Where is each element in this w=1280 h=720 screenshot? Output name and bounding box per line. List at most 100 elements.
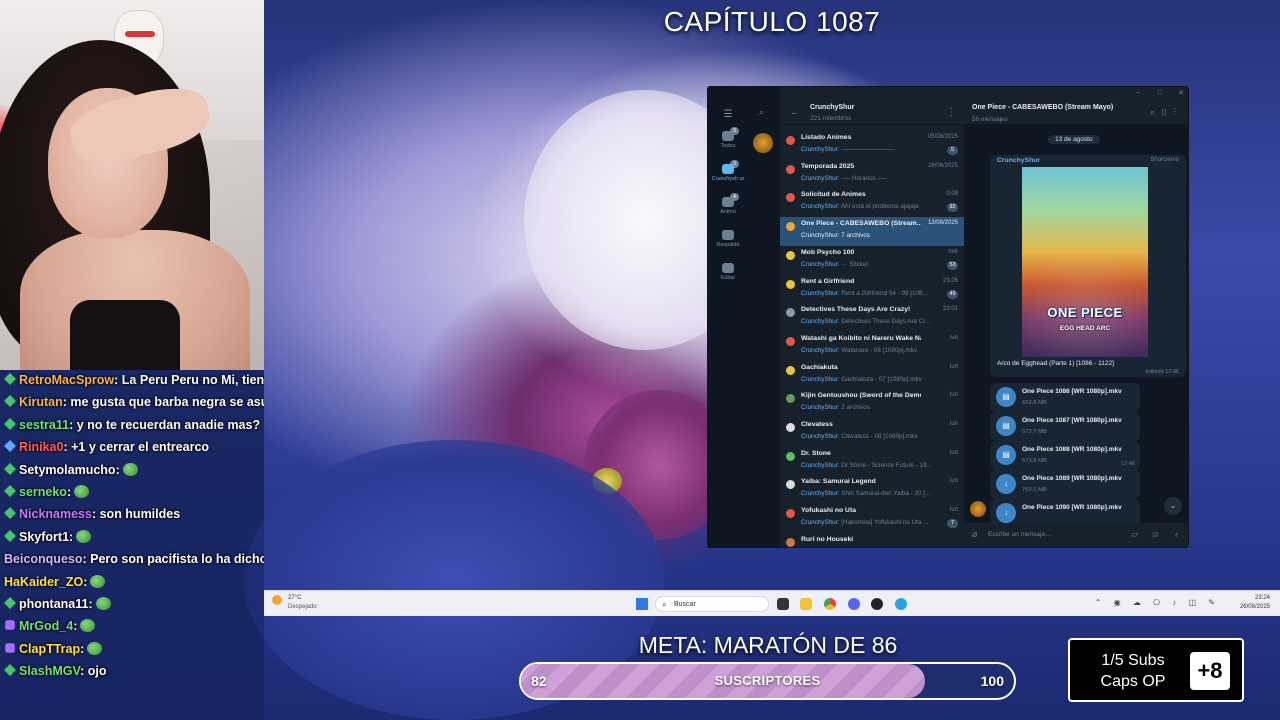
chat-preview: CrunchyShur: ··· Sticker [801, 261, 936, 268]
chat-list-item[interactable]: Listado Animes 05/08/2025 CrunchyShur: ───… [780, 131, 964, 160]
chat-username[interactable]: Beiconqueso [4, 552, 83, 566]
download-icon[interactable]: ↓ [996, 474, 1016, 494]
chat-list-item[interactable]: Yofukashi no Uta lun CrunchyShur: [Hakoniw… [780, 504, 964, 533]
back-arrow-icon[interactable]: ← [790, 107, 800, 118]
one-piece-cover-image[interactable]: ONE PIECE EGG HEAD ARC [1022, 167, 1148, 357]
post-author[interactable]: CrunchyShur [997, 157, 1040, 164]
windows-start-icon[interactable] [636, 598, 648, 610]
chat-list-item[interactable]: Yaiba: Samurai Legend lun CrunchyShur: Shi… [780, 475, 964, 504]
chat-list-item[interactable]: Mob Psycho 100 mié CrunchyShur: ··· Sticke… [780, 246, 964, 275]
chat-preview-sender: CrunchyShur: [801, 490, 840, 498]
document-icon[interactable]: ▤ [996, 416, 1016, 436]
file-message[interactable]: ▤ One Piece 1086 [WR 1080p].mkv 652.8 MB [990, 383, 1140, 412]
document-icon[interactable]: ▤ [996, 445, 1016, 465]
weather-widget[interactable]: 27°C Despejado [272, 595, 317, 610]
folder-tab[interactable]: Editar [708, 263, 748, 281]
chat-username[interactable]: Setymolamucho [19, 463, 116, 477]
more-options-icon[interactable]: ⋮ [1174, 107, 1182, 117]
minimize-icon[interactable]: – [1136, 89, 1140, 96]
chat-text: : [83, 574, 88, 589]
taskbar-search[interactable]: ⌕ Buscar [655, 596, 769, 612]
attach-icon[interactable]: ⌀ [972, 529, 977, 540]
emoji-icon[interactable]: ☺ [1151, 529, 1160, 539]
folder-tab[interactable]: 3 Todos [708, 127, 748, 149]
message-input[interactable]: Escribe un mensaje... [988, 531, 1051, 538]
chat-list-item[interactable]: Dr. Stone lun CrunchyShur: Dr Stone - Scie… [780, 447, 964, 476]
file-message[interactable]: ▤ One Piece 1088 [WR 1080p].mkv 573.8 MB 17… [990, 441, 1140, 470]
discord-icon[interactable] [848, 598, 860, 610]
chat-list-item[interactable]: One Piece - CABESAWEBO (Stream... 13/08/2… [780, 217, 964, 247]
chat-badge-icon [4, 485, 16, 497]
subs-plus-badge: +8 [1190, 652, 1230, 690]
folder-tab[interactable]: Respaldo [708, 230, 748, 248]
chat-username[interactable]: Nicknamess [19, 507, 92, 521]
sidebar-toggle-icon[interactable]: ▯ [1161, 107, 1174, 117]
chat-username[interactable]: SlashMGV [19, 664, 80, 678]
sun-icon [272, 595, 282, 605]
chat-username[interactable]: phontana11 [19, 597, 88, 611]
chat-username[interactable]: Kirutan [19, 395, 63, 409]
sender-avatar[interactable] [970, 501, 986, 517]
system-tray[interactable]: ⌃ ◉ ☁ ⎔ ♪ ◫ ✎ [1095, 598, 1220, 607]
chrome-icon[interactable] [824, 598, 836, 610]
chat-list-item[interactable]: Ruri no Houseki [780, 533, 964, 547]
chat-emoji-icon [786, 164, 795, 174]
chat-list-item[interactable]: Clevatess lun CrunchyShur: Clevatess - 08 … [780, 418, 964, 447]
obs-icon[interactable] [871, 598, 883, 610]
chat-list-item[interactable]: Gachiakuta lun CrunchyShur: Gachiakuta - 0… [780, 361, 964, 390]
microphone-icon[interactable]: ♁ [1173, 529, 1180, 539]
telegram-taskbar-icon[interactable] [895, 598, 907, 610]
folder-tab[interactable]: 3 Crunchysh ur [708, 160, 748, 182]
chat-list-item[interactable]: Temporada 2025 28/06/2025 CrunchyShur: ── … [780, 160, 964, 189]
file-message[interactable]: ▤ One Piece 1087 [WR 1080p].mkv 573.7 MB [990, 412, 1140, 441]
chat-username[interactable]: serneko [19, 485, 67, 499]
download-icon[interactable]: ↓ [996, 503, 1016, 523]
menu-icon[interactable]: ☰ [708, 109, 748, 120]
folder-tab[interactable]: 4 Animú [708, 193, 748, 215]
chat-emoji-icon [786, 308, 795, 318]
commands-icon[interactable]: ▱ [1131, 529, 1138, 540]
chat-list-item[interactable]: Detectives These Days Are Crazy! 23:01 Cru… [780, 303, 964, 332]
chat-preview: CrunchyShur: Rent a Girlfriend 54 - 09 [… [801, 290, 936, 297]
chat-username[interactable]: ClapTTrap [19, 642, 80, 656]
chat-username[interactable]: sestra11 [19, 418, 69, 432]
message-post[interactable]: CrunchyShur Shurciervo ONE PIECE EGG HEA… [990, 155, 1186, 377]
file-message[interactable]: ↓ One Piece 1089 [WR 1080p].mkv 763.1 MB [990, 470, 1140, 499]
chat-message: SlashMGV: ojo [4, 661, 107, 681]
telegram-window[interactable]: ☰ 3 Todos 3 Crunchysh ur 4 Animú Respaldo Edita… [707, 86, 1189, 548]
chat-list-item[interactable]: Rent a Girlfriend 23:05 CrunchyShur: Rent … [780, 275, 964, 304]
chat-title: Rent a Girlfriend [801, 277, 855, 285]
conversation-subtitle: 56 mensajes [972, 116, 1008, 123]
chat-list-item[interactable]: Solicitud de Animes 0:09 CrunchyShur: Ahí … [780, 188, 964, 217]
chat-username[interactable]: RetroMacSprow [19, 373, 114, 387]
chat-preview-sender: CrunchyShur: [801, 318, 840, 326]
subs-line1: 1/5 Subs [1101, 652, 1165, 669]
chat-username[interactable]: HaKaider_ZO [4, 575, 83, 589]
chat-username[interactable]: MrGod_4 [19, 619, 73, 633]
conversation-header: One Piece - CABESAWEBO (Stream Mayo) 56 … [964, 87, 1188, 125]
chat-list-item[interactable]: Watashi ga Koibito ni Nareru Wake Nai J.… [780, 332, 964, 361]
group-avatar[interactable] [753, 133, 773, 153]
scroll-down-button[interactable]: ⌄ [1164, 497, 1182, 515]
document-icon[interactable]: ▤ [996, 387, 1016, 407]
chat-preview-text: 7 archivos [839, 232, 870, 240]
chat-preview-text: Shin Samurai-den Yaiba - 20 [... [839, 490, 931, 498]
search-icon[interactable]: ⌕ [759, 107, 764, 118]
search-icon[interactable]: ⌕ [1150, 107, 1161, 117]
chat-emoji-icon [786, 136, 795, 145]
chat-username[interactable]: Skyfort1 [19, 530, 69, 544]
chat-username[interactable]: Rinika0 [19, 440, 63, 454]
unread-count-badge: 49 [947, 289, 958, 299]
more-options-icon[interactable]: ⋮ [946, 107, 956, 118]
file-explorer-icon[interactable] [800, 598, 812, 610]
maximize-icon[interactable]: □ [1158, 89, 1162, 96]
chat-title: Gachiakuta [801, 363, 838, 371]
chat-preview-text: Rent a Girlfriend 54 - 09 [108... [839, 289, 928, 297]
chat-preview-text: ── Horarios ── [839, 174, 887, 182]
close-icon[interactable]: ✕ [1178, 89, 1184, 97]
chat-preview: CrunchyShur: [Hakoniwa] Yofukashi no Uta… [801, 519, 936, 526]
taskbar-clock[interactable]: 23:24 26/08/2025 [1240, 594, 1270, 612]
chat-list-item[interactable]: Kijin Gentoushou (Sword of the Demon H..… [780, 389, 964, 418]
chat-preview: CrunchyShur: Dr Stone - Science Future -… [801, 462, 936, 469]
task-view-icon[interactable] [777, 598, 789, 610]
